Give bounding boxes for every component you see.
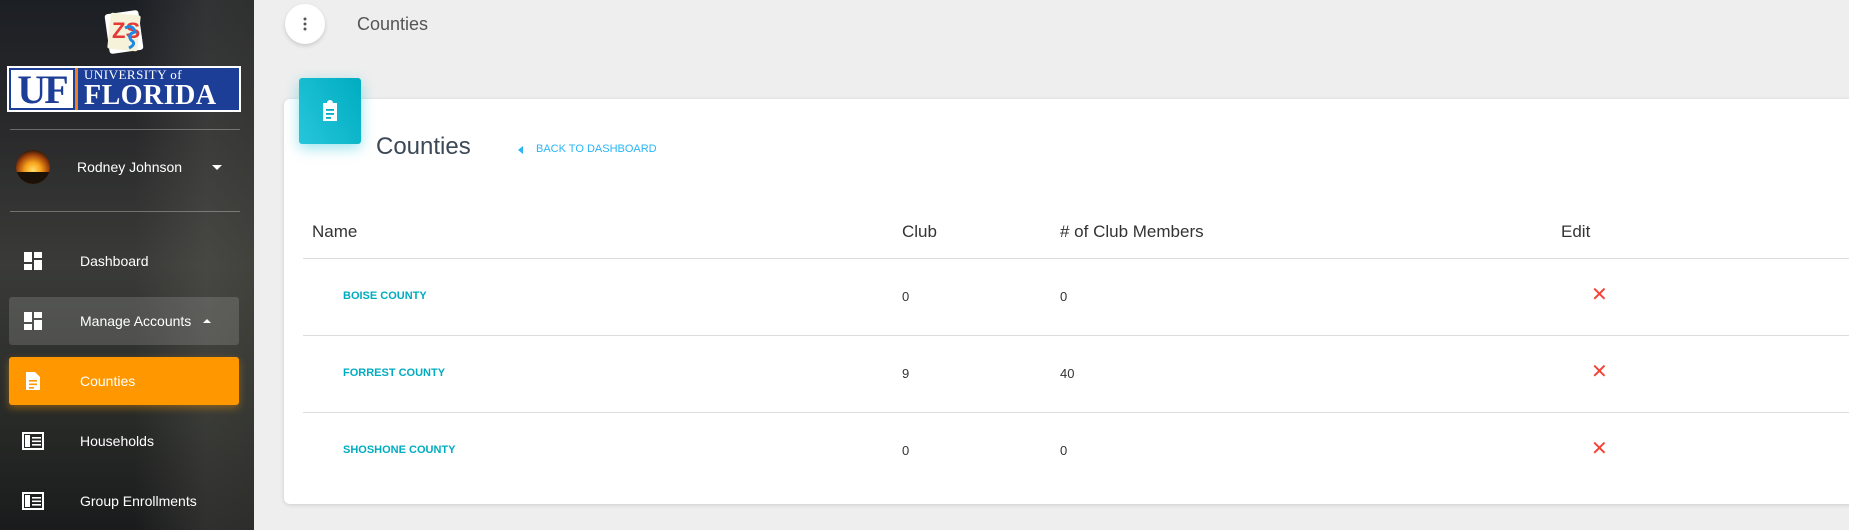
table-row: BOISE COUNTY 0 0 ✕	[303, 259, 1849, 336]
more-menu-button[interactable]	[285, 4, 325, 44]
delete-icon[interactable]: ✕	[1591, 439, 1608, 459]
sidebar-divider	[10, 211, 240, 212]
delete-icon[interactable]: ✕	[1591, 362, 1608, 382]
university-logo: UF UNIVERSITY of FLORIDA	[7, 66, 241, 112]
club-count: 0	[902, 443, 910, 458]
sidebar-item-label: Counties	[80, 373, 136, 389]
uf-logo-bottom: FLORIDA	[84, 80, 217, 111]
sidebar-item-label: Dashboard	[80, 253, 149, 269]
column-header-club: Club	[902, 222, 937, 241]
chevron-left-icon	[518, 146, 523, 154]
column-header-name: Name	[312, 222, 358, 241]
list-card-icon	[22, 430, 44, 452]
chevron-up-icon	[203, 319, 212, 323]
sidebar-item-dashboard[interactable]: Dashboard	[9, 237, 239, 285]
dashboard-icon	[22, 250, 44, 272]
sidebar-item-manage-accounts[interactable]: Manage Accounts	[9, 297, 239, 345]
user-name: Rodney Johnson	[77, 159, 183, 175]
column-header-edit: Edit	[1561, 222, 1591, 241]
dashboard-icon	[22, 310, 44, 332]
sidebar-item-label: Group Enrollments	[80, 493, 197, 509]
uf-logo-mark: UF	[9, 67, 75, 112]
sidebar-item-counties[interactable]: Counties	[9, 357, 239, 405]
member-count: 0	[1060, 443, 1068, 458]
user-menu[interactable]: Rodney Johnson	[16, 150, 238, 184]
county-name-link[interactable]: SHOSHONE COUNTY	[343, 444, 455, 456]
table-header: Name Club # of Club Members Edit	[303, 206, 1849, 259]
county-name-link[interactable]: FORREST COUNTY	[343, 367, 445, 379]
sidebar-divider	[10, 129, 240, 130]
back-link-label: BACK TO DASHBOARD	[536, 143, 657, 155]
list-card-icon	[22, 490, 44, 512]
club-count: 0	[902, 289, 910, 304]
sidebar-item-label: Manage Accounts	[80, 313, 192, 329]
member-count: 40	[1060, 366, 1075, 381]
clipboard-icon	[299, 78, 361, 144]
column-header-members: # of Club Members	[1060, 222, 1204, 241]
zs-logo[interactable]: ZS	[103, 8, 145, 56]
sidebar-item-households[interactable]: Households	[9, 417, 239, 465]
delete-icon[interactable]: ✕	[1591, 285, 1608, 305]
sidebar-item-group-enrollments[interactable]: Group Enrollments	[9, 477, 239, 525]
back-to-dashboard-link[interactable]: BACK TO DASHBOARD	[518, 143, 657, 155]
counties-table: Name Club # of Club Members Edit BOISE C…	[303, 206, 1849, 490]
avatar	[16, 150, 50, 184]
chevron-down-icon	[212, 164, 222, 170]
club-count: 9	[902, 366, 910, 381]
table-row: SHOSHONE COUNTY 0 0 ✕	[303, 413, 1849, 490]
document-icon	[22, 370, 44, 392]
county-name-link[interactable]: BOISE COUNTY	[343, 290, 427, 302]
more-vertical-icon	[303, 17, 307, 31]
table-row: FORREST COUNTY 9 40 ✕	[303, 336, 1849, 413]
sidebar: ZS UF UNIVERSITY of FLORIDA Rodney Johns…	[0, 0, 254, 530]
card-title: Counties	[376, 133, 471, 160]
member-count: 0	[1060, 289, 1068, 304]
sidebar-item-label: Households	[80, 433, 154, 449]
page-title: Counties	[357, 14, 429, 34]
